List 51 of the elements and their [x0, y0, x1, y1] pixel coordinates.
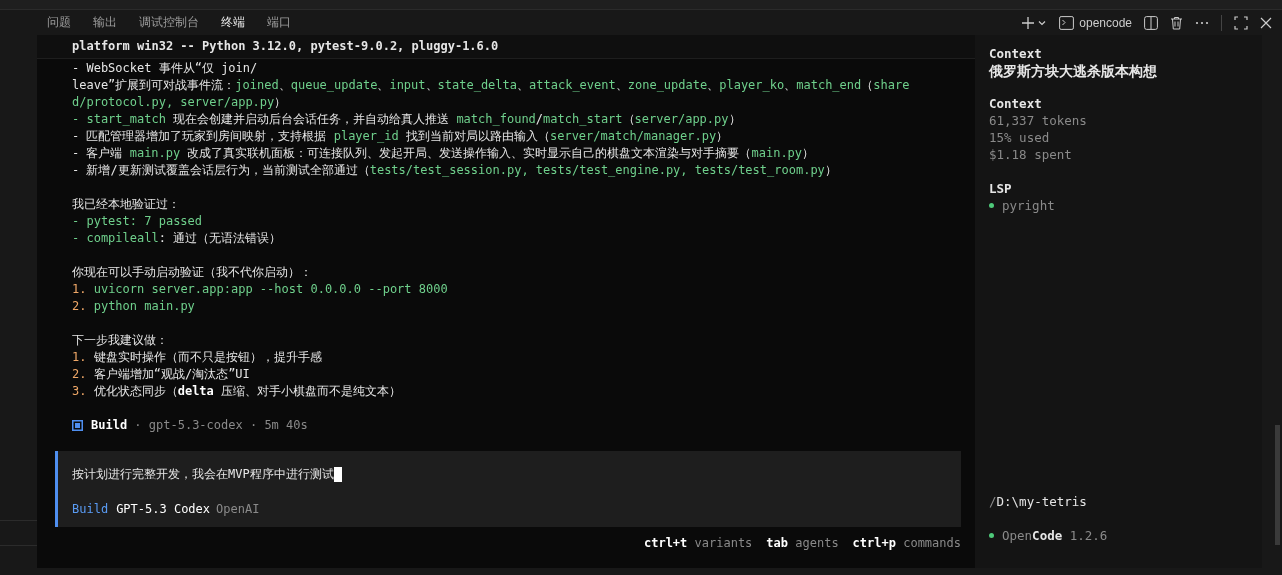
output-line: - 匹配管理器增加了玩家到房间映射，支持根据 player_id 找到当前对局以路由输入（server/match/manager.py） [72, 128, 730, 145]
output-line: 2. python main.py [72, 298, 196, 315]
model-label[interactable]: GPT-5.3 Codex [116, 501, 211, 518]
scrollbar[interactable] [1275, 425, 1280, 545]
project-path: /D:\my-tetris [989, 493, 1088, 510]
output-line: - WebSocket 事件从“仅 join/ [72, 60, 259, 77]
more-icon[interactable] [1195, 20, 1209, 25]
text-cursor [333, 467, 342, 482]
session-title: 俄罗斯方块大逃杀版本构想 [989, 62, 1158, 81]
context-stat: 61,337 tokens [989, 112, 1088, 129]
lsp-server: pyright [1002, 197, 1055, 214]
output-line: 2. 客户端增加“观战/淘汰态”UI [72, 366, 251, 383]
shortcut-hint: ctrl+p commands [852, 535, 961, 552]
app-version: OpenCode 1.2.6 [1002, 527, 1108, 544]
context-stat: 15% used [989, 129, 1051, 146]
panel-tab[interactable]: 调试控制台 [129, 9, 209, 36]
terminal-icon [1059, 15, 1075, 30]
panel-tab[interactable]: 输出 [83, 9, 127, 36]
close-icon[interactable] [1260, 16, 1272, 29]
square-icon [72, 420, 83, 431]
output-line: 我已经本地验证过： [72, 196, 181, 213]
agent-label[interactable]: Build [72, 501, 109, 518]
shortcut-hint: tab agents [766, 535, 839, 552]
output-line: 3. 优化状态同步（delta 压缩、对手小棋盘而不是纯文本） [72, 383, 403, 400]
panel-tab[interactable]: 问题 [37, 9, 81, 36]
panel-tab[interactable]: 端口 [257, 9, 301, 36]
context-stat: $1.18 spent [989, 146, 1073, 163]
split-icon[interactable] [1144, 15, 1158, 30]
output-line: - pytest: 7 passed [72, 213, 204, 230]
output-line: platform win32 -- Python 3.12.0, pytest-9.0.2, pluggy-1.6.0 [72, 38, 499, 55]
output-line: 1. 键盘实时操作（而不只是按钮），提升手感 [72, 349, 323, 366]
output-line: 你现在可以手动启动验证（我不代你启动）： [72, 264, 313, 281]
sidebar-heading: Context [989, 45, 1043, 62]
output-line: 1. uvicorn server.app:app --host 0.0.0.0 --port 8000 [72, 281, 449, 298]
prompt-text: 按计划进行完整开发，我会在MVP程序中进行测试 [72, 466, 334, 483]
build-status: Build · gpt-5.3-codex · 5m 40s [37, 417, 975, 434]
plus-icon[interactable] [1021, 15, 1036, 30]
trash-icon[interactable] [1170, 15, 1183, 30]
shortcut-hint: ctrl+t variants [643, 535, 753, 552]
maximize-icon[interactable] [1234, 15, 1248, 30]
output-line: d/protocol.py, server/app.py） [72, 94, 288, 111]
terminal-selector[interactable]: opencode [1059, 13, 1132, 32]
sidebar-heading: LSP [989, 180, 1013, 197]
output-line: - start_match 现在会创建并启动后台会话任务，并自动给真人推送 match_found/match_start（server/app.py） [72, 111, 742, 128]
output-line: - 客户端 main.py 改成了真实联机面板：可连接队列、发起开局、发送操作输入、实时显示自己的棋盘文本渲染与对手摘要（main.py） [72, 145, 816, 162]
output-line: 下一步我建议做： [72, 332, 169, 349]
output-line: leave”扩展到可对战事件流：joined、queue_update、input、state_delta、attack_event、zone_update、player_ko、match_end（share [72, 77, 911, 94]
provider-label: OpenAI [216, 501, 260, 518]
sidebar-heading: Context [989, 95, 1043, 112]
output-line: - compileall: 通过（无语法错误） [72, 230, 283, 247]
output-line: - 新增/更新测试覆盖会话层行为，当前测试全部通过（tests/test_session.py, tests/test_engine.py, tests/test_room.py） [72, 162, 838, 179]
